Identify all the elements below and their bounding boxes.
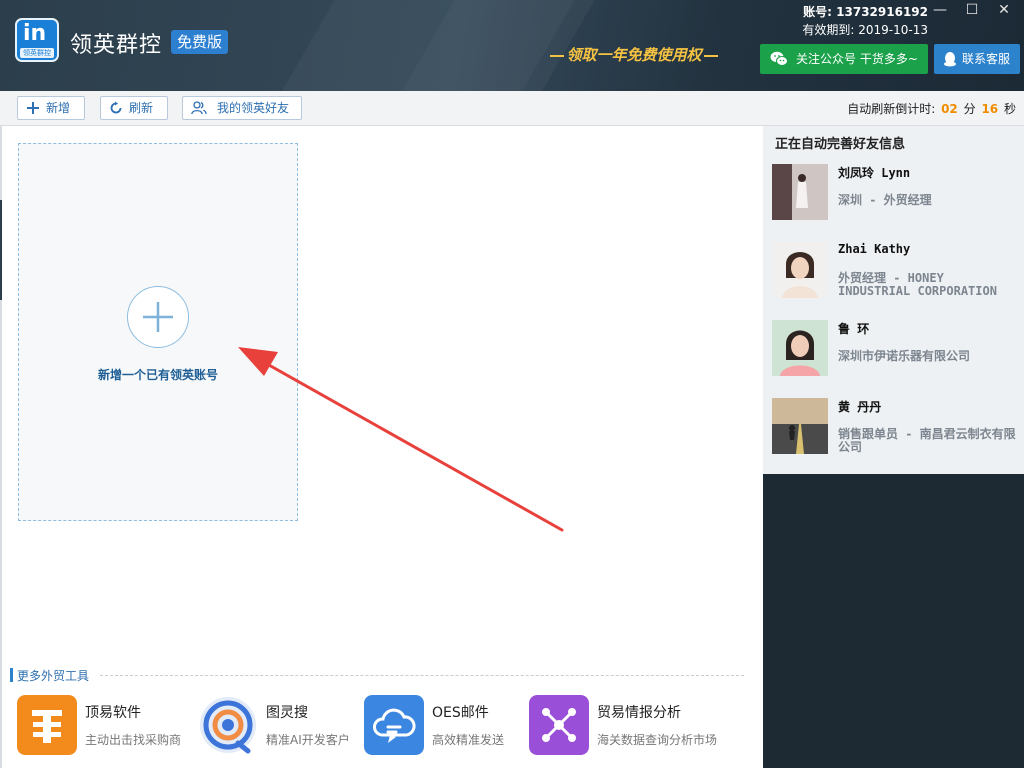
follow-wechat-button[interactable]: 关注公众号 干货多多~ [760,44,928,74]
app-title: 领英群控 [70,33,163,58]
timer-prefix: 自动刷新倒计时: [847,102,936,116]
close-button[interactable]: ✕ [988,0,1020,20]
red-arrow-annotation [238,347,564,532]
refresh-button-label: 刷新 [129,101,154,115]
wechat-icon [770,51,788,66]
refresh-button[interactable]: 刷新 [100,96,168,120]
friend-desc: 销售跟单员 - 南昌君云制衣有限公司 [838,427,1016,454]
tool-oes-mail-desc: 高效精准发送 [432,733,505,747]
my-friends-button[interactable]: 我的领英好友 [182,96,302,120]
account-number: 账号: 13732916192 [803,5,928,19]
dingyi-icon [17,695,77,755]
friend-desc: 外贸经理 - HONEY INDUSTRIAL CORPORATION [838,271,997,298]
maximize-button[interactable]: ☐ [956,0,988,20]
friend-item[interactable]: Zhai Kathy 外贸经理 - HONEY INDUSTRIAL CORPO… [772,242,1022,302]
contact-service-button[interactable]: 联系客服 [934,44,1020,74]
friend-info-panel: 正在自动完善好友信息 刘凤玲 Lynn 深圳 - 外贸经理 Zhai Kathy… [763,126,1024,768]
friend-name: 刘凤玲 Lynn [838,166,911,180]
expire-date: 有效期到: 2019-10-13 [802,23,928,37]
promo-dash-right [703,55,718,57]
friend-avatar [772,320,828,376]
friends-icon [191,101,207,115]
toolbar: 新增 刷新 我的领英好友 自动刷新倒计时: 02 分 16 秒 [0,91,1024,126]
tool-trade-intel-desc: 海关数据查询分析市场 [597,733,718,747]
friend-item[interactable]: 刘凤玲 Lynn 深圳 - 外贸经理 [772,164,1022,224]
tools-title-bar [10,668,13,682]
logo-text: in [23,21,47,46]
left-border-accent [0,200,2,300]
wechat-button-label: 关注公众号 干货多多~ [796,52,918,66]
tool-oes-mail[interactable]: OES邮件 高效精准发送 [364,695,524,755]
friend-info-list[interactable]: 正在自动完善好友信息 刘凤玲 Lynn 深圳 - 外贸经理 Zhai Kathy… [763,126,1024,474]
friend-avatar [772,164,828,220]
timer-minutes: 02 [941,102,958,116]
friend-avatar [772,242,828,298]
trade-intel-icon [529,695,589,755]
tool-tulingsou-desc: 精准AI开发客户 [266,733,350,747]
friend-item[interactable]: 黄 丹丹 销售跟单员 - 南昌君云制衣有限公司 [772,398,1022,458]
friend-name: Zhai Kathy [838,242,911,256]
tool-dingyi-desc: 主动出击找采购商 [85,733,182,747]
promo-text: 领取一年免费使用权 [566,46,702,64]
friend-name: 黄 丹丹 [838,400,882,414]
promo-dash-left [550,55,565,57]
auto-refresh-timer: 自动刷新倒计时: 02 分 16 秒 [847,100,1016,117]
tools-divider [100,675,744,676]
minimize-button[interactable]: — [924,0,956,20]
plus-icon [27,102,39,114]
timer-sec-unit: 秒 [1003,102,1016,116]
add-account-circle[interactable] [127,286,189,348]
friend-desc: 深圳 - 外贸经理 [838,193,932,207]
tool-trade-intel-name: 贸易情报分析 [597,705,681,721]
tool-dingyi-name: 顶易软件 [85,705,141,721]
friend-panel-title: 正在自动完善好友信息 [775,137,906,152]
refresh-icon [110,101,122,114]
tool-tulingsou[interactable]: 图灵搜 精准AI开发客户 [198,695,358,755]
service-button-label: 联系客服 [962,52,1011,66]
tool-oes-mail-name: OES邮件 [432,705,489,721]
promo-link[interactable]: 领取一年免费使用权 [543,42,725,68]
timer-seconds: 16 [981,102,999,116]
oes-mail-icon [364,695,424,755]
friend-desc: 深圳市伊诺乐器有限公司 [838,349,971,363]
friend-avatar [772,398,828,454]
app-logo: in 领英群控 [15,18,59,62]
tool-trade-intel[interactable]: 贸易情报分析 海关数据查询分析市场 [529,695,717,755]
tool-tulingsou-name: 图灵搜 [266,705,308,721]
my-friends-label: 我的领英好友 [217,101,290,115]
more-tools-title: 更多外贸工具 [17,669,90,683]
tool-dingyi[interactable]: 顶易软件 主动出击找采购商 [17,695,181,755]
edition-badge: 免费版 [171,30,229,54]
plus-icon [143,302,173,332]
tulingsou-icon [200,697,256,754]
qq-penguin-icon [944,52,956,67]
friend-name: 鲁 环 [838,322,870,336]
logo-tag: 领英群控 [20,48,54,58]
add-button-label: 新增 [46,101,71,115]
friend-item[interactable]: 鲁 环 深圳市伊诺乐器有限公司 [772,320,1022,380]
add-button[interactable]: 新增 [17,96,85,120]
title-bar: in 领英群控 领英群控 免费版 领取一年免费使用权 账号: 137329161… [0,0,1024,91]
timer-min-unit: 分 [963,102,976,116]
